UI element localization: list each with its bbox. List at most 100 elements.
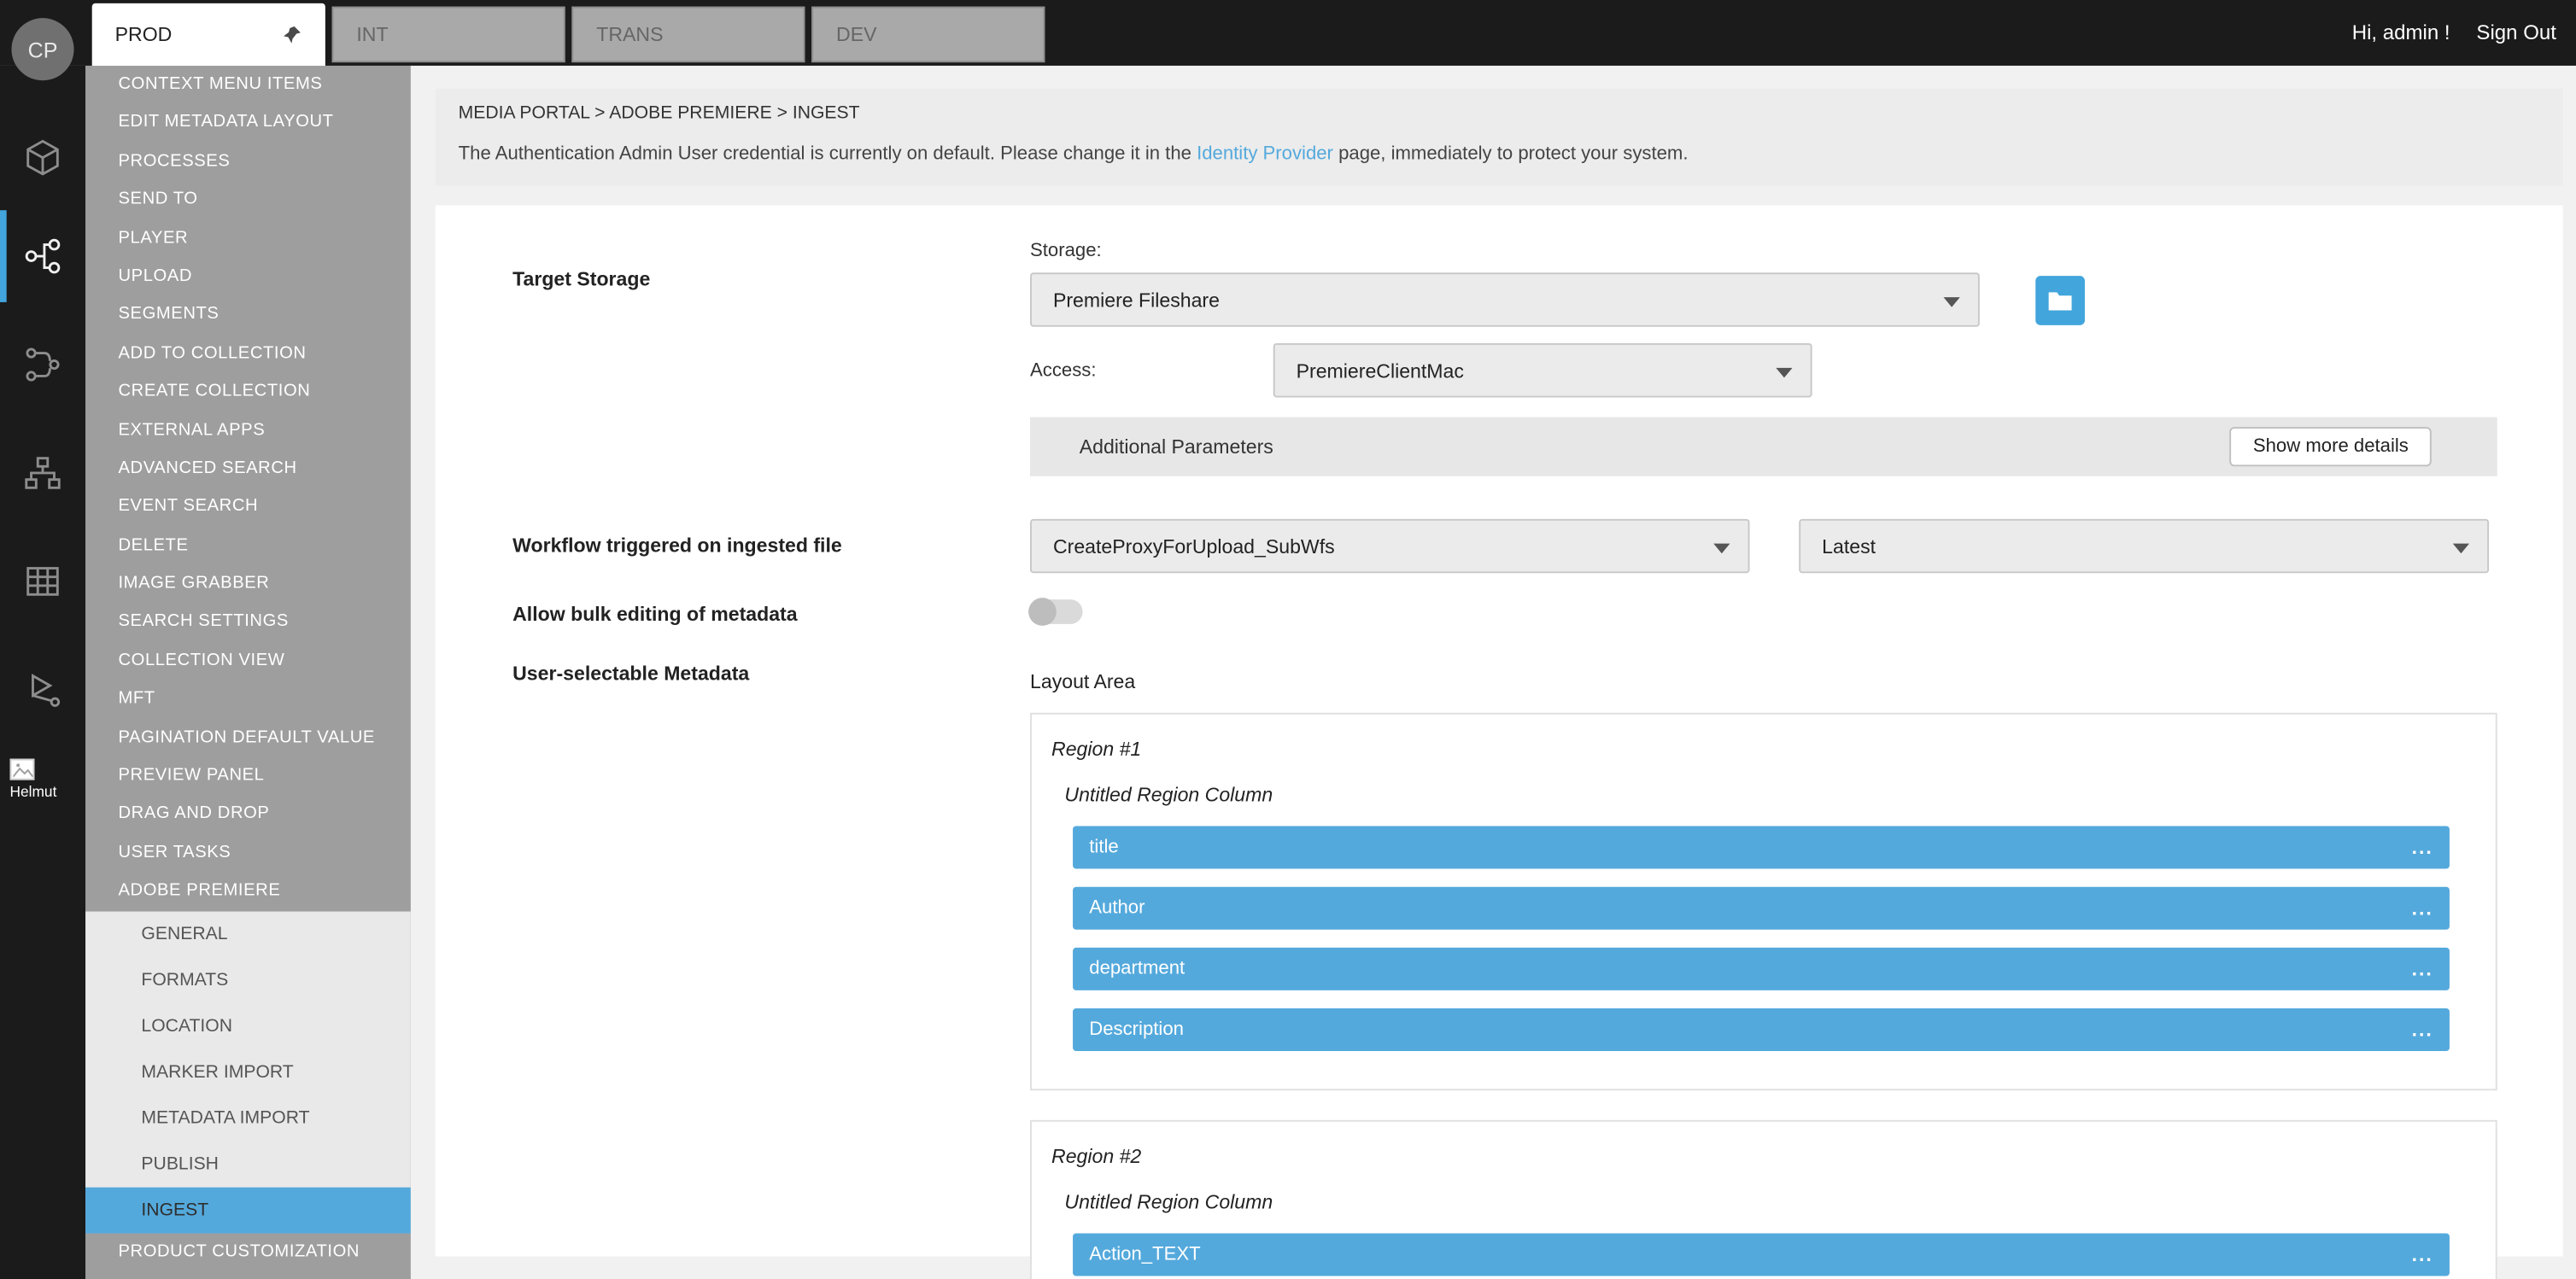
warning-text-post: page, immediately to protect your system… — [1333, 144, 1689, 164]
storyboard-icon[interactable] — [0, 546, 85, 618]
layout-regions: Region #1 Untitled Region Column title... A… — [1030, 713, 2497, 1279]
workflow-version-value: Latest — [1822, 534, 1876, 558]
helmut-logo[interactable]: Helmut — [10, 759, 57, 800]
helmut-caption: Helmut — [10, 784, 57, 800]
chevron-down-icon — [1944, 297, 1960, 307]
greeting-text: Hi, admin ! — [2352, 21, 2450, 44]
sidebar-subitem-general[interactable]: GENERAL — [85, 911, 411, 957]
sidebar-subitem-location[interactable]: LOCATION — [85, 1002, 411, 1048]
tab-label: DEV — [836, 23, 876, 46]
workflow-dropdown[interactable]: CreateProxyForUpload_SubWfs — [1030, 519, 1749, 573]
sidebar-item-preview-panel[interactable]: PREVIEW PANEL — [85, 757, 411, 796]
region-title: Region #2 — [1051, 1145, 2450, 1168]
tab-int[interactable]: INT — [332, 7, 565, 62]
metadata-field-department[interactable]: department... — [1073, 948, 2450, 990]
sidebar-subitem-ingest[interactable]: INGEST — [85, 1187, 411, 1233]
sidebar-subitem-formats[interactable]: FORMATS — [85, 957, 411, 1003]
env-tabs: PROD INT TRANS DEV — [92, 3, 1045, 66]
sidebar-item-search-settings[interactable]: SEARCH SETTINGS — [85, 604, 411, 642]
region-title: Region #1 — [1051, 738, 2450, 761]
branch-icon[interactable] — [0, 329, 85, 401]
sidebar-item-processes[interactable]: PROCESSES — [85, 143, 411, 181]
sidebar-item-create-collection[interactable]: CREATE COLLECTION — [85, 373, 411, 412]
sidebar-item-context-menu-items[interactable]: CONTEXT MENU ITEMS — [85, 66, 411, 104]
region-column-title: Untitled Region Column — [1064, 1191, 2450, 1214]
workflow-version-dropdown[interactable]: Latest — [1799, 519, 2489, 573]
sidebar-item-product-customization[interactable]: PRODUCT CUSTOMIZATION — [85, 1233, 411, 1271]
identity-provider-link[interactable]: Identity Provider — [1197, 144, 1333, 164]
field-label: Author — [1089, 898, 1145, 918]
sitemap-icon[interactable] — [0, 437, 85, 510]
tab-trans[interactable]: TRANS — [571, 7, 805, 62]
player-icon[interactable] — [0, 654, 85, 727]
show-more-details-button[interactable]: Show more details — [2230, 427, 2432, 466]
metadata-field-title[interactable]: title... — [1073, 826, 2450, 869]
metadata-field-action-text[interactable]: Action_TEXT... — [1073, 1234, 2450, 1276]
icon-rail: Helmut — [0, 66, 85, 1279]
more-options-button[interactable]: ... — [2412, 957, 2433, 980]
sidebar-item-segments[interactable]: SEGMENTS — [85, 296, 411, 335]
storage-label: Storage: — [1030, 242, 2497, 261]
toggle-knob — [1028, 598, 1057, 626]
sidebar-item-mft[interactable]: MFT — [85, 680, 411, 719]
tab-prod[interactable]: PROD — [92, 3, 325, 66]
sidebar-item-pagination-default-value[interactable]: PAGINATION DEFAULT VALUE — [85, 719, 411, 757]
target-storage-row: Target Storage Storage: Premiere Filesha… — [512, 242, 2497, 476]
more-options-button[interactable]: ... — [2412, 896, 2433, 920]
sidebar-item-send-to[interactable]: SEND TO — [85, 181, 411, 219]
sidebar-item-collection-view[interactable]: COLLECTION VIEW — [85, 642, 411, 680]
access-label: Access: — [1030, 360, 1273, 380]
access-dropdown[interactable]: PremiereClientMac — [1273, 343, 1812, 397]
avatar[interactable]: CP — [11, 18, 73, 80]
more-options-button[interactable]: ... — [2412, 836, 2433, 859]
sidebar-item-add-to-collection[interactable]: ADD TO COLLECTION — [85, 335, 411, 373]
tab-label: PROD — [115, 23, 173, 46]
browse-folder-button[interactable] — [2035, 275, 2085, 324]
sign-out-link[interactable]: Sign Out — [2476, 21, 2556, 44]
more-options-button[interactable]: ... — [2412, 1243, 2433, 1266]
main-area: MEDIA PORTAL > ADOBE PREMIERE > INGEST T… — [411, 66, 2576, 1279]
sidebar-subitem-marker-import[interactable]: MARKER IMPORT — [85, 1048, 411, 1095]
field-label: Description — [1089, 1019, 1184, 1039]
storage-dropdown[interactable]: Premiere Fileshare — [1030, 272, 1980, 326]
workflow-dropdown-value: CreateProxyForUpload_SubWfs — [1053, 534, 1335, 558]
chevron-down-icon — [1776, 368, 1792, 378]
more-options-button[interactable]: ... — [2412, 1019, 2433, 1042]
workflow-row: Workflow triggered on ingested file Crea… — [512, 519, 2497, 573]
sidebar-item-drag-and-drop[interactable]: DRAG AND DROP — [85, 796, 411, 834]
ingest-settings-panel: Target Storage Storage: Premiere Filesha… — [436, 205, 2563, 1256]
field-label: department — [1089, 959, 1185, 978]
sidebar-item-upload[interactable]: UPLOAD — [85, 258, 411, 296]
metadata-field-description[interactable]: Description... — [1073, 1008, 2450, 1051]
tab-label: TRANS — [596, 23, 663, 46]
sidebar-item-player[interactable]: PLAYER — [85, 219, 411, 258]
sidebar-item-adobe-premiere[interactable]: ADOBE PREMIERE — [85, 873, 411, 911]
pin-icon — [281, 24, 302, 45]
workflow-label: Workflow triggered on ingested file — [512, 519, 1030, 573]
additional-parameters-bar: Additional Parameters Show more details — [1030, 418, 2497, 476]
bulk-edit-toggle[interactable] — [1030, 599, 1083, 624]
sidebar-subitem-metadata-import[interactable]: METADATA IMPORT — [85, 1095, 411, 1141]
sidebar-subitem-publish[interactable]: PUBLISH — [85, 1141, 411, 1187]
workflow-icon[interactable] — [0, 220, 85, 293]
sidebar-item-delete[interactable]: DELETE — [85, 527, 411, 565]
warning-message: The Authentication Admin User credential… — [459, 144, 2540, 164]
tab-label: INT — [356, 23, 388, 46]
access-dropdown-value: PremiereClientMac — [1297, 359, 1464, 382]
sidebar-item-advanced-search[interactable]: ADVANCED SEARCH — [85, 450, 411, 488]
metadata-field-author[interactable]: Author... — [1073, 887, 2450, 930]
cube-icon[interactable] — [0, 121, 85, 194]
sidebar-item-user-tasks[interactable]: USER TASKS — [85, 834, 411, 873]
additional-parameters-label: Additional Parameters — [1080, 435, 1273, 458]
tab-dev[interactable]: DEV — [811, 7, 1045, 62]
sidebar-item-image-grabber[interactable]: IMAGE GRABBER — [85, 565, 411, 604]
chevron-down-icon — [2453, 544, 2469, 554]
sidebar-item-edit-metadata-layout[interactable]: EDIT METADATA LAYOUT — [85, 104, 411, 143]
info-panel: MEDIA PORTAL > ADOBE PREMIERE > INGEST T… — [436, 89, 2563, 185]
sidebar-item-external-apps[interactable]: EXTERNAL APPS — [85, 412, 411, 450]
topbar-right: Hi, admin ! Sign Out — [2352, 0, 2556, 66]
storage-dropdown-value: Premiere Fileshare — [1053, 289, 1220, 312]
sidebar-item-event-search[interactable]: EVENT SEARCH — [85, 488, 411, 527]
region-box-region-1: Region #1Untitled Region Columntitle...A… — [1030, 713, 2497, 1090]
folder-icon — [2047, 289, 2074, 312]
